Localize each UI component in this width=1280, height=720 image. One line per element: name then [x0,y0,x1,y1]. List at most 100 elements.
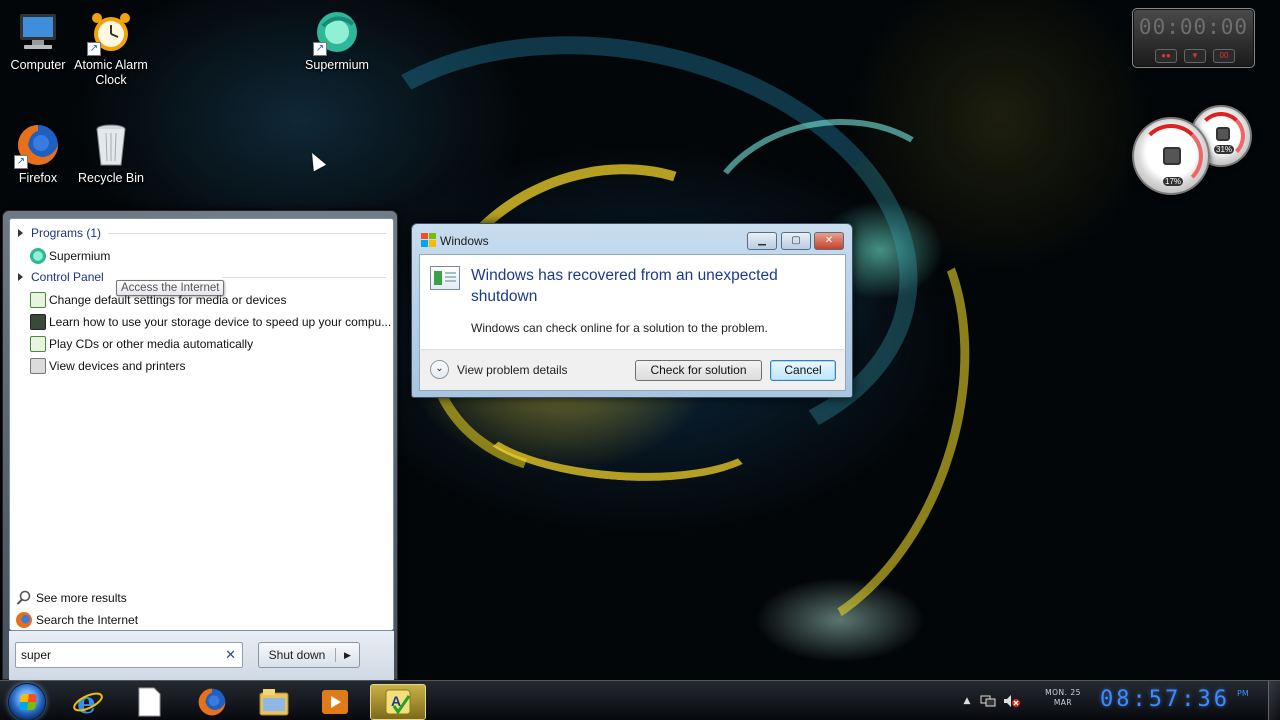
search-text: super [21,648,52,662]
result-label: View devices and printers [49,359,186,373]
clock-day: MON. 25 [1045,688,1081,697]
clock-date[interactable]: MON. 25 MAR [1038,688,1088,708]
desktop-icon-label: Supermium [305,58,369,72]
close-button[interactable]: ✕ [814,232,844,250]
taskbar-document[interactable] [121,684,177,720]
start-button[interactable] [8,683,46,720]
divider [222,277,386,278]
link-label: See more results [36,591,127,605]
search-icon [16,590,32,606]
expand-arrow-icon [18,273,23,281]
dialog-title: Windows [440,234,489,248]
see-more-results-link[interactable]: See more results [16,590,127,606]
autoplay-icon [30,292,46,308]
shortcut-arrow-icon: ↗ [313,42,327,56]
result-label: Play CDs or other media automatically [49,337,254,351]
desktop-icon-label: Computer [10,58,66,72]
group-header-control-panel[interactable]: Control Panel [18,270,104,284]
volume-muted-icon[interactable] [1000,694,1024,708]
result-label: Learn how to use your storage device to … [49,315,392,329]
dialog-message: Windows can check online for a solution … [471,321,768,335]
media-player-icon [322,690,348,714]
minimize-button[interactable]: ▁ [747,232,777,250]
stopwatch-split-button[interactable]: 00 [1213,49,1235,63]
windows-explorer-icon [259,689,289,716]
taskbar-internet-explorer[interactable]: e [60,684,116,720]
cancel-button[interactable]: Cancel [770,360,836,381]
taskbar-windows-explorer[interactable] [246,684,302,720]
result-label: Change default settings for media or dev… [49,293,287,307]
details-label: View problem details [457,362,568,377]
clear-search-icon[interactable]: ✕ [225,647,236,663]
shortcut-arrow-icon: ↗ [87,42,101,56]
result-label: Supermium [49,249,111,263]
taskbar-atomic-alarm-clock[interactable]: A [370,684,426,720]
shutdown-options-arrow-icon[interactable]: ▶ [336,650,359,661]
group-label: Programs (1) [31,226,102,240]
taskbar-firefox[interactable] [184,684,240,720]
desktop-icon-atomic-alarm-clock[interactable]: ↗ Atomic Alarm Clock [73,8,149,88]
shortcut-arrow-icon: ↗ [14,155,28,169]
system-event-icon [430,266,460,290]
stopwatch-dropdown-button[interactable]: ▼ [1184,49,1206,63]
view-problem-details-toggle[interactable]: ⌄ View problem details [430,360,568,379]
windows-flag-icon [421,233,436,247]
result-default-media-settings[interactable]: Change default settings for media or dev… [30,292,286,308]
group-label: Control Panel [31,270,104,284]
result-supermium[interactable]: Supermium [30,248,110,264]
desktop-icon-label: Firefox [18,171,58,185]
chevron-down-icon: ⌄ [430,360,449,379]
cpu-chip-icon [1163,147,1181,165]
desktop-icon-supermium[interactable]: ↗ Supermium [299,8,375,73]
maximize-button[interactable]: ▢ [781,232,811,250]
group-header-programs[interactable]: Programs (1) [18,226,101,240]
computer-icon [14,8,62,56]
atomic-alarm-clock-icon: A [385,689,411,715]
taskbar: e A ▲ MON. 25 MAR 08:57:36 PM [0,680,1280,720]
autoplay-icon [30,336,46,352]
recovery-dialog: Windows ▁ ▢ ✕ Windows has recovered from… [411,223,853,398]
printer-icon [30,358,46,374]
result-storage-device[interactable]: Learn how to use your storage device to … [30,314,391,330]
desktop-icon-label: Recycle Bin [78,171,144,185]
stopwatch-reset-button[interactable]: ●● [1155,49,1177,63]
internet-explorer-icon: e [73,686,103,718]
expand-arrow-icon [18,229,23,237]
mouse-pointer-icon [305,149,327,172]
start-search-input[interactable]: super ✕ [15,642,243,668]
clock-time[interactable]: 08:57:36 [1100,687,1230,712]
desktop-icon-firefox[interactable]: ↗ Firefox [0,121,76,186]
cpu-gauge: 17% [1132,117,1210,195]
memory-percent: 31% [1214,145,1235,154]
divider [108,233,386,234]
clock-month: MAR [1053,698,1073,707]
search-results-panel: Programs (1) Supermium Control Panel Acc… [9,218,394,631]
shutdown-button[interactable]: Shut down ▶ [258,642,360,668]
taskbar-media-player[interactable] [307,684,363,720]
check-for-solution-button[interactable]: Check for solution [635,360,762,381]
desktop-icon-recycle-bin[interactable]: Recycle Bin [73,121,149,186]
readyboost-icon [30,314,46,330]
show-desktop-button[interactable] [1268,681,1280,720]
dialog-heading: Windows has recovered from an unexpected… [471,267,778,305]
show-hidden-icons-icon[interactable]: ▲ [958,696,976,706]
result-play-cds[interactable]: Play CDs or other media automatically [30,336,253,352]
svg-text:e: e [77,686,96,718]
shutdown-label: Shut down [259,648,336,662]
dialog-footer: ⌄ View problem details Check for solutio… [419,349,846,391]
firefox-icon: ↗ [14,121,62,169]
wallpaper-swirl [573,132,1027,688]
result-devices-printers[interactable]: View devices and printers [30,358,186,374]
link-label: Search the Internet [36,613,139,627]
search-the-internet-link[interactable]: Search the Internet [16,612,138,628]
stopwatch-gadget[interactable]: 00:00:00 ●● ▼ 00 [1132,8,1255,68]
dialog-body: Windows has recovered from an unexpected… [419,254,846,349]
supermium-icon [30,248,46,264]
network-icon[interactable] [976,694,1000,708]
firefox-icon [198,688,226,716]
desktop-icon-label: Atomic Alarm Clock [74,58,148,87]
desktop-icon-computer[interactable]: Computer [0,8,76,73]
cpu-percent: 17% [1163,177,1184,186]
recycle-bin-icon [87,121,135,169]
memory-chip-icon [1216,127,1230,141]
